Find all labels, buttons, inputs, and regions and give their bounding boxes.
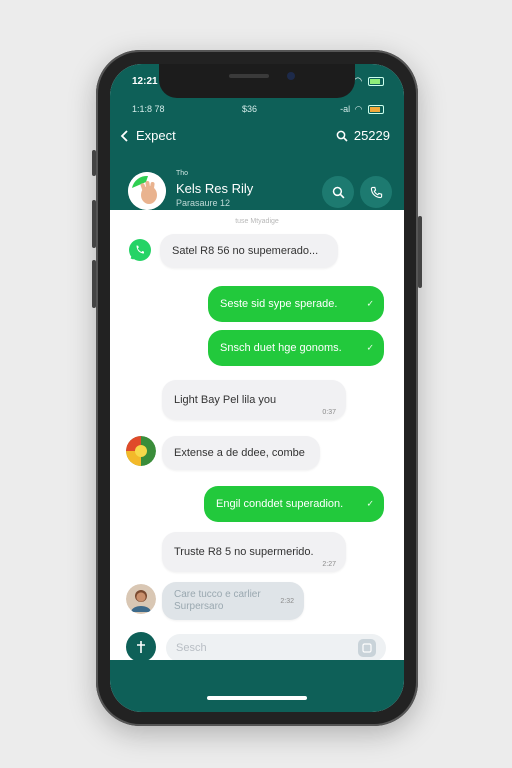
phone-notch xyxy=(159,64,355,98)
message-text: Satel R8 56 no supemerado... xyxy=(172,245,319,257)
read-receipt-icon: ✓ xyxy=(366,298,374,309)
whatsapp-icon xyxy=(126,236,154,264)
header-search[interactable]: 25229 xyxy=(336,128,390,143)
status-time: 12:21 xyxy=(132,76,158,87)
message-text: Extense a de ddee, combe xyxy=(174,447,305,459)
secondary-status-center: $36 xyxy=(242,104,258,114)
message-input[interactable] xyxy=(166,634,386,662)
nav-row: Expect 25229 xyxy=(110,122,404,152)
send-icon xyxy=(362,643,372,653)
whatsapp-avatar[interactable] xyxy=(126,236,154,264)
composer xyxy=(110,624,404,662)
call-button[interactable] xyxy=(360,176,392,208)
phone-screen: 12:21 ▂▄▆ ◠ 1:1:8 78 $36 -al ◠ xyxy=(110,64,404,712)
phone-icon xyxy=(370,186,382,198)
waving-hand-icon xyxy=(128,172,166,210)
message-text: Light Bay Pel lila you xyxy=(174,394,277,406)
message-bubble-incoming[interactable]: Truste R8 5 no supermerido. 2:27 xyxy=(162,532,346,572)
message-bubble-incoming[interactable]: Light Bay Pel lila you 0:37 xyxy=(162,380,346,420)
search-value: 25229 xyxy=(353,128,390,143)
day-separator: tuse Mtyadige xyxy=(235,218,279,225)
message-list[interactable]: tuse Mtyadige Satel R8 56 no supemerado.… xyxy=(110,210,404,650)
message-text: Truste R8 5 no supermerido. xyxy=(174,546,314,558)
message-text: Care tucco e carlier Surpersaro xyxy=(174,589,261,612)
power-button xyxy=(418,216,422,288)
phone-frame: 12:21 ▂▄▆ ◠ 1:1:8 78 $36 -al ◠ xyxy=(92,50,422,726)
message-time: 2:27 xyxy=(322,561,336,568)
contact-label-small: Tho xyxy=(176,170,189,177)
message-time: 0:37 xyxy=(322,409,336,416)
contact-avatar[interactable] xyxy=(128,172,166,210)
contact-bar: Tho Kels Res Rily Parasaure 12 xyxy=(110,160,404,210)
chevron-left-icon xyxy=(120,129,128,142)
speaker-grille xyxy=(229,74,269,78)
send-button[interactable] xyxy=(358,639,376,657)
bottom-bar xyxy=(110,660,404,712)
message-time: 2:32 xyxy=(280,598,294,605)
message-bubble-incoming[interactable]: Care tucco e carlier Surpersaro 2:32 xyxy=(162,582,304,620)
battery-icon xyxy=(368,76,384,86)
secondary-status-icons: -al ◠ xyxy=(340,104,384,115)
flag-avatar-icon xyxy=(126,436,156,466)
contact-name[interactable]: Kels Res Rily xyxy=(176,181,253,196)
message-bubble-outgoing[interactable]: Snsch duet hge gonoms. ✓ xyxy=(208,330,384,366)
contact-subtitle: Parasaure 12 xyxy=(176,198,231,208)
chat-search-button[interactable] xyxy=(322,176,354,208)
read-receipt-icon: ✓ xyxy=(366,498,374,509)
secondary-wifi-icon: ◠ xyxy=(354,104,363,114)
back-button[interactable]: Expect xyxy=(120,128,176,143)
home-indicator[interactable] xyxy=(207,696,307,700)
search-icon xyxy=(336,130,348,142)
person-avatar-icon xyxy=(126,584,156,614)
message-bubble-incoming[interactable]: Extense a de ddee, combe xyxy=(162,436,320,470)
attach-button[interactable] xyxy=(126,632,156,662)
mute-switch xyxy=(92,150,96,176)
message-bubble-outgoing[interactable]: Engil conddet superadion. ✓ xyxy=(204,486,384,522)
message-bubble-incoming[interactable]: Satel R8 56 no supemerado... xyxy=(160,234,338,268)
sender-avatar[interactable] xyxy=(126,584,156,614)
message-bubble-outgoing[interactable]: Seste sid sype sperade. ✓ xyxy=(208,286,384,322)
message-text: Engil conddet superadion. xyxy=(216,498,344,510)
volume-down-button xyxy=(92,260,96,308)
message-text: Seste sid sype sperade. xyxy=(220,298,338,310)
secondary-signal-label: -al xyxy=(340,104,351,114)
message-text: Snsch duet hge gonoms. xyxy=(220,342,342,354)
search-icon xyxy=(332,186,344,198)
volume-up-button xyxy=(92,200,96,248)
read-receipt-icon: ✓ xyxy=(366,342,374,353)
back-label: Expect xyxy=(136,128,176,143)
sender-avatar[interactable] xyxy=(126,436,156,466)
secondary-status-left: 1:1:8 78 xyxy=(132,104,165,114)
front-camera xyxy=(287,72,295,80)
attach-icon xyxy=(137,641,145,653)
secondary-battery-icon xyxy=(368,105,384,115)
